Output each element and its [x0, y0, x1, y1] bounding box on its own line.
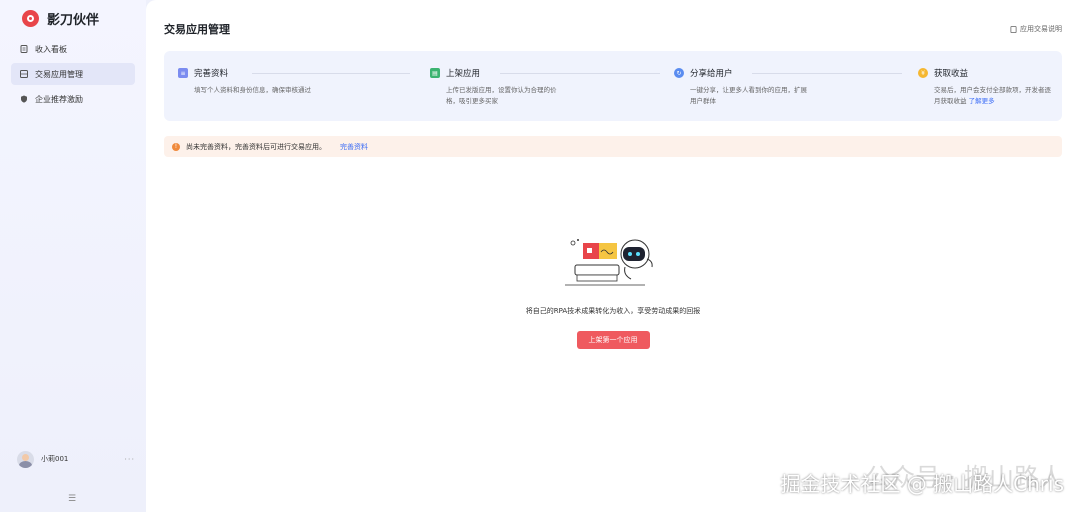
sidebar-item-label: 交易应用管理 — [35, 69, 83, 79]
notice-banner: ! 尚未完善资料，完善资料后可进行交易应用。 完善资料 — [164, 136, 1062, 157]
step-earnings: ¥ 获取收益 交易后，用户会支付全部款项，开发者逐月获取收益 了解更多 — [918, 67, 1054, 107]
sidebar-item-referral[interactable]: 企业推荐激励 — [11, 88, 135, 110]
brand-logo — [22, 10, 39, 27]
menu-collapse-icon[interactable]: ☰ — [68, 494, 76, 504]
sidebar-nav: 收入看板 交易应用管理 企业推荐激励 — [11, 38, 135, 113]
document-icon — [20, 45, 28, 53]
grid-icon — [20, 70, 28, 78]
step-title: 分享给用户 — [690, 69, 733, 79]
sidebar-item-income[interactable]: 收入看板 — [11, 38, 135, 60]
step-title: 完善资料 — [194, 69, 229, 79]
brand[interactable]: 影刀伙伴 — [22, 9, 99, 28]
step-desc: 填写个人资料和身份信息，确保审核通过 — [194, 86, 311, 94]
sidebar-item-trade-apps[interactable]: 交易应用管理 — [11, 63, 135, 85]
shield-icon — [21, 95, 27, 103]
list-first-app-button[interactable]: 上架第一个应用 — [576, 331, 650, 349]
sidebar-item-label: 企业推荐激励 — [35, 94, 83, 104]
avatar — [17, 450, 34, 468]
warning-icon: ! — [172, 142, 180, 151]
step-profile: ≡ 完善资料 填写个人资料和身份信息，确保审核通过 — [178, 67, 314, 96]
notice-text: 尚未完善资料，完善资料后可进行交易应用。 — [186, 142, 326, 151]
step-desc: 上传已发版应用，设置你认为合理的价格，吸引更多买家 — [446, 86, 557, 105]
share-icon: ↻ — [674, 68, 684, 78]
help-link[interactable]: 应用交易说明 — [1010, 24, 1062, 34]
user-profile[interactable]: 小莉001 ··· — [17, 448, 135, 470]
document-icon — [1010, 25, 1017, 33]
step-title: 获取收益 — [934, 69, 969, 79]
complete-profile-link[interactable]: 完善资料 — [340, 142, 368, 152]
step-divider — [500, 73, 660, 74]
robot-illustration — [565, 235, 661, 291]
empty-state: 将自己的RPA技术成果转化为收入，享受劳动成果的回报 上架第一个应用 — [146, 235, 1080, 349]
page-title: 交易应用管理 — [164, 23, 230, 36]
document-icon: ≡ — [178, 68, 188, 78]
step-divider — [252, 73, 410, 74]
coin-icon: ¥ — [918, 68, 928, 78]
empty-state-text: 将自己的RPA技术成果转化为收入，享受劳动成果的回报 — [525, 307, 701, 315]
steps-panel: ≡ 完善资料 填写个人资料和身份信息，确保审核通过 ▤ 上架应用 上传已发版应用… — [164, 51, 1062, 121]
step-divider — [752, 73, 902, 74]
learn-more-link[interactable]: 了解更多 — [969, 97, 995, 105]
store-icon: ▤ — [430, 68, 440, 78]
main-panel: 交易应用管理 应用交易说明 ≡ 完善资料 填写个人资料和身份信息，确保审核通过 … — [146, 0, 1080, 512]
caption-overlay: 掘金技术社区 @ 搬山路人Chris — [780, 472, 1064, 496]
sidebar: 影刀伙伴 收入看板 交易应用管理 企业推荐激励 小莉001 ··· ☰ — [0, 0, 146, 512]
step-desc: 一键分享，让更多人看到你的应用，扩展用户群体 — [690, 86, 807, 105]
step-title: 上架应用 — [446, 69, 481, 79]
step-desc: 交易后，用户会支付全部款项，开发者逐月获取收益 了解更多 — [934, 85, 1054, 107]
more-icon[interactable]: ··· — [124, 455, 135, 464]
user-name: 小莉001 — [41, 455, 69, 463]
sidebar-item-label: 收入看板 — [35, 44, 67, 54]
help-label: 应用交易说明 — [1020, 25, 1062, 33]
brand-name: 影刀伙伴 — [47, 13, 100, 28]
